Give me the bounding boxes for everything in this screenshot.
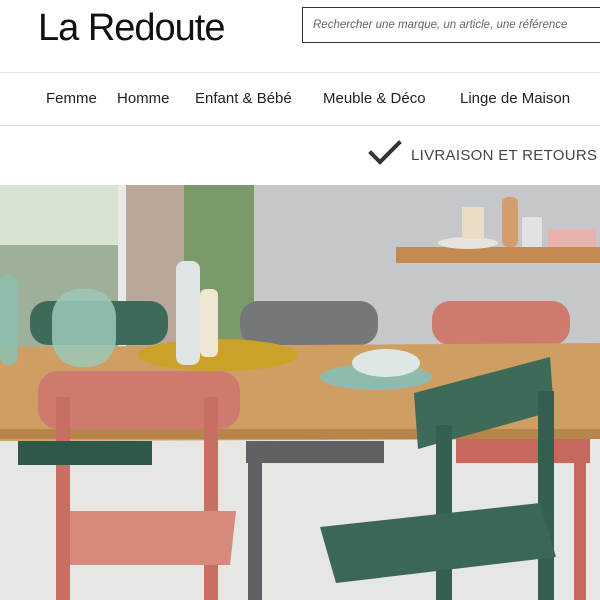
search-input[interactable] — [302, 7, 600, 43]
hero-chair-back-pink — [432, 301, 570, 345]
hero-chair-front-green-post-right — [538, 391, 554, 600]
main-navigation: Femme Homme Enfant & Bébé Meuble & Déco … — [0, 72, 600, 126]
hero-chair-back-pink-seat — [456, 439, 590, 463]
hero-shelf — [396, 247, 600, 263]
nav-item-enfant-bebe[interactable]: Enfant & Bébé — [195, 90, 292, 107]
nav-item-femme[interactable]: Femme — [46, 90, 97, 107]
hero-garden — [0, 185, 122, 245]
hero-chair-back-pink-post — [574, 455, 586, 600]
hero-chair-front-pink-post-right — [204, 397, 218, 600]
site-logo[interactable]: La Redoute — [38, 6, 225, 50]
hero-chair-front-green-post-left — [436, 425, 452, 600]
hero-chair-front-pink-seat — [70, 511, 236, 565]
hero-vase — [52, 289, 116, 367]
hero-bottle — [176, 261, 200, 365]
site-header: La Redoute — [0, 0, 600, 72]
hero-cups — [548, 229, 596, 247]
delivery-banner[interactable]: LIVRAISON ET RETOURS — [0, 126, 600, 184]
nav-item-meuble-deco[interactable]: Meuble & Déco — [323, 90, 426, 107]
hero-bowl — [352, 349, 420, 377]
hero-jar — [462, 207, 484, 239]
hero-glass-shelf — [522, 217, 542, 247]
hero-image[interactable] — [0, 185, 600, 600]
check-icon — [368, 140, 402, 165]
hero-small-bottle — [200, 289, 218, 357]
hero-chair-back-grey — [240, 301, 378, 345]
hero-bottle-shelf — [502, 197, 518, 247]
hero-chair-back-green-leg — [18, 441, 152, 465]
delivery-banner-text: LIVRAISON ET RETOURS — [411, 147, 598, 164]
hero-vase-left — [0, 275, 18, 365]
nav-item-linge-de-maison[interactable]: Linge de Maison — [460, 90, 570, 107]
hero-chair-back-grey-post — [248, 455, 262, 600]
hero-chair-front-pink-post-left — [56, 397, 70, 600]
hero-table-edge — [0, 429, 600, 439]
nav-item-homme[interactable]: Homme — [117, 90, 170, 107]
hero-chair-back-grey-leg — [246, 441, 384, 463]
